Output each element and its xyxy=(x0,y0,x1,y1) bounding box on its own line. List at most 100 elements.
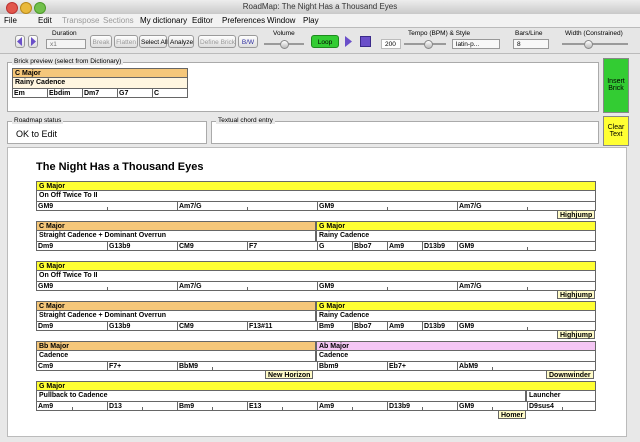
chord-cell[interactable]: Dm9 xyxy=(37,322,107,330)
width-knob[interactable] xyxy=(584,40,593,49)
brick-label[interactable]: On Off Twice To II xyxy=(36,191,596,201)
chord-row: Dm9 G13b9 CM9 F7 G Bbo7 Am9 D13b9 GM9 xyxy=(36,241,596,251)
key-section[interactable]: C Major xyxy=(36,301,316,311)
preview-brick[interactable]: Rainy Cadence xyxy=(12,78,188,88)
chord-cell[interactable]: AbM9 xyxy=(457,362,597,370)
brick-label[interactable]: Cadence xyxy=(36,351,316,361)
menu-file[interactable]: File xyxy=(4,16,17,25)
play-icon[interactable] xyxy=(344,36,353,49)
beat-tick xyxy=(527,207,528,210)
beat-tick xyxy=(492,367,493,370)
chord-cell[interactable]: Bbm9 xyxy=(317,362,387,370)
volume-slider[interactable] xyxy=(264,40,304,49)
break-button[interactable]: Break xyxy=(90,35,112,48)
chord-cell[interactable]: CM9 xyxy=(177,242,247,250)
prev-arrow-button[interactable] xyxy=(15,35,25,48)
menu-preferences[interactable]: Preferences xyxy=(222,16,265,25)
chord-cell[interactable]: Eb7+ xyxy=(387,362,457,370)
key-section[interactable]: Ab Major xyxy=(316,341,596,351)
chord-cell[interactable]: F7 xyxy=(247,242,317,250)
bars-per-line-label: Bars/Line xyxy=(515,30,543,37)
preview-chord[interactable]: C xyxy=(152,89,187,97)
preview-chord[interactable]: G7 xyxy=(117,89,152,97)
chord-cell[interactable]: BbM9 xyxy=(177,362,317,370)
menu-sections[interactable]: Sections xyxy=(103,16,134,25)
style-select[interactable]: latin-p... xyxy=(452,39,500,49)
join-label[interactable]: Highjump xyxy=(557,210,596,219)
loop-button[interactable]: Loop xyxy=(311,35,339,48)
tempo-knob[interactable] xyxy=(424,40,433,49)
chord-cell[interactable]: Bbo7 xyxy=(352,242,387,250)
brick-label[interactable]: On Off Twice To II xyxy=(36,271,596,281)
chord-cell[interactable]: Dm9 xyxy=(37,242,107,250)
key-section[interactable]: G Major xyxy=(316,301,596,311)
textual-chord-entry-panel[interactable]: Textual chord entry xyxy=(211,117,599,144)
join-label[interactable]: New Horizon xyxy=(265,370,314,379)
chord-cell[interactable]: G13b9 xyxy=(107,242,177,250)
width-slider[interactable] xyxy=(562,40,628,49)
width-label: Width (Constrained) xyxy=(565,30,623,37)
chord-row: GM9 Am7/G GM9 Am7/G xyxy=(36,201,596,211)
key-section[interactable]: G Major xyxy=(36,261,596,271)
join-label[interactable]: Highjump xyxy=(557,290,596,299)
brick-label[interactable]: Straight Cadence + Dominant Overrun xyxy=(36,311,316,321)
chord-cell[interactable]: Cm9 xyxy=(37,362,107,370)
roadmap-canvas[interactable]: The Night Has a Thousand Eyes G Major On … xyxy=(7,147,627,437)
bw-toggle-button[interactable]: B/W xyxy=(238,35,258,48)
key-section[interactable]: G Major xyxy=(36,181,596,191)
key-section[interactable]: G Major xyxy=(316,221,596,231)
chord-cell[interactable]: Am9 xyxy=(387,322,422,330)
menu-edit[interactable]: Edit xyxy=(38,16,52,25)
menu-window[interactable]: Window xyxy=(267,16,295,25)
next-arrow-button[interactable] xyxy=(28,35,38,48)
key-section[interactable]: C Major xyxy=(36,221,316,231)
tempo-slider[interactable] xyxy=(404,40,446,49)
chord-cell[interactable]: D13b9 xyxy=(422,242,457,250)
brick-label[interactable]: Rainy Cadence xyxy=(316,311,596,321)
brick-label[interactable]: Pullback to Cadence xyxy=(36,391,526,401)
join-label[interactable]: Downwinder xyxy=(546,370,594,379)
beat-tick xyxy=(527,327,528,330)
preview-chord[interactable]: Em xyxy=(13,89,47,97)
chord-cell[interactable]: F13#11 xyxy=(247,322,317,330)
define-brick-button[interactable]: Define Brick xyxy=(198,35,236,48)
join-label[interactable]: Homer xyxy=(498,410,527,419)
key-section[interactable]: G Major xyxy=(36,381,596,391)
beat-tick xyxy=(247,207,248,210)
chord-cell[interactable]: G13b9 xyxy=(107,322,177,330)
menu-editor[interactable]: Editor xyxy=(192,16,213,25)
flatten-button[interactable]: Flatten xyxy=(114,35,138,48)
tempo-input[interactable]: 200 xyxy=(381,39,401,49)
brick-label[interactable]: Rainy Cadence xyxy=(316,231,596,241)
chord-cell[interactable]: Bm9 xyxy=(317,322,352,330)
chord-cell[interactable]: CM9 xyxy=(177,322,247,330)
app-window: RoadMap: The Night Has a Thousand Eyes F… xyxy=(0,0,640,442)
chord-cell[interactable]: G xyxy=(317,242,352,250)
menu-transpose[interactable]: Transpose xyxy=(62,16,100,25)
stop-icon[interactable] xyxy=(360,36,371,47)
menu-my-dictionary[interactable]: My dictionary xyxy=(140,16,187,25)
key-section[interactable]: Bb Major xyxy=(36,341,316,351)
chord-cell[interactable]: Am9 xyxy=(387,242,422,250)
clear-text-button[interactable]: Clear Text xyxy=(603,116,629,146)
preview-key[interactable]: C Major xyxy=(12,68,188,78)
beat-tick xyxy=(527,247,528,250)
brick-label[interactable]: Straight Cadence + Dominant Overrun xyxy=(36,231,316,241)
preview-chord[interactable]: Ebdim xyxy=(47,89,82,97)
title-bar: RoadMap: The Night Has a Thousand Eyes xyxy=(0,0,640,15)
insert-brick-button[interactable]: Insert Brick xyxy=(603,58,629,113)
duration-select[interactable]: x1 xyxy=(46,39,86,49)
chord-cell[interactable]: Bbo7 xyxy=(352,322,387,330)
chord-cell[interactable]: D13b9 xyxy=(422,322,457,330)
brick-label[interactable]: Launcher xyxy=(526,391,596,401)
bars-per-line-select[interactable]: 8 xyxy=(513,39,549,49)
volume-knob[interactable] xyxy=(280,40,289,49)
menu-play[interactable]: Play xyxy=(303,16,319,25)
brick-label[interactable]: Cadence xyxy=(316,351,596,361)
tempo-style-label: Tempo (BPM) & Style xyxy=(408,30,471,37)
select-all-button[interactable]: Select All xyxy=(139,35,168,48)
preview-chord[interactable]: Dm7 xyxy=(82,89,117,97)
join-label[interactable]: Highjump xyxy=(557,330,596,339)
chord-cell[interactable]: F7+ xyxy=(107,362,177,370)
analyze-button[interactable]: Analyze xyxy=(168,35,194,48)
